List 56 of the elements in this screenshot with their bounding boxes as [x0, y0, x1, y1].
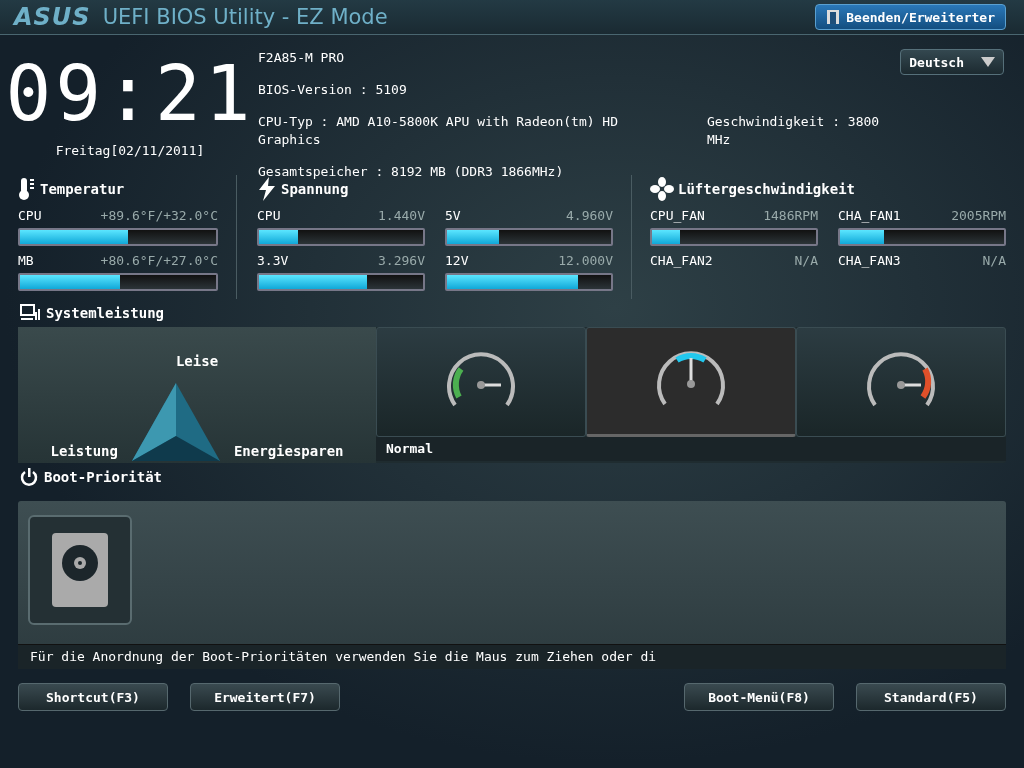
section-title: Systemleistung — [46, 305, 164, 321]
section-title: Spannung — [281, 181, 349, 197]
fan-label: CHA_FAN1 — [838, 207, 901, 225]
power-icon — [20, 468, 38, 486]
mode-name-bar: Normal — [376, 437, 1006, 461]
section-title: Lüftergeschwindigkeit — [678, 181, 855, 197]
cpu-type: CPU-Typ : AMD A10-5800K APU with Radeon(tm) HD Graphics — [258, 113, 620, 149]
lightning-icon — [257, 177, 277, 201]
fan-reading: N/A — [982, 252, 1006, 270]
fan-label: CHA_FAN2 — [650, 252, 713, 270]
model-name: F2A85-M PRO — [258, 49, 346, 67]
footer-button[interactable]: Standard(F5) — [856, 683, 1006, 711]
sensor-label: CPU — [18, 207, 42, 225]
section-title: Boot-Priorität — [44, 469, 162, 485]
triangle-label: Energiesparen — [233, 443, 344, 461]
cpu-speed: Geschwindigkeit : 3800 MHz — [706, 113, 881, 149]
clock-date: Freitag[02/11/2011] — [55, 143, 205, 158]
footer-button[interactable]: Erweitert(F7) — [190, 683, 340, 711]
sensor-label: CPU — [257, 207, 281, 225]
mode-tile[interactable] — [376, 327, 586, 437]
sensor-reading: 1.440V — [378, 207, 425, 225]
clock-time: 09:21 — [5, 49, 255, 139]
section-title: Temperatur — [40, 181, 125, 197]
logo: ASUS — [14, 3, 91, 31]
window-title: UEFI BIOS Utility - EZ Mode — [102, 5, 388, 29]
door-icon — [826, 9, 841, 25]
boot-hint: Für die Anordnung der Boot-Prioritäten verwenden Sie die Maus zum Ziehen oder di — [18, 645, 1006, 669]
pyramid-icon — [129, 381, 222, 463]
fan-label: CHA_FAN3 — [838, 252, 901, 270]
mode-tile[interactable] — [796, 327, 1006, 437]
footer-button[interactable]: Shortcut(F3) — [18, 683, 168, 711]
exit-button[interactable]: Beenden/Erweiterter — [815, 4, 1006, 30]
fan-icon — [650, 177, 674, 201]
bios-version: BIOS-Version : 5109 — [258, 81, 408, 99]
mode-tile[interactable] — [586, 327, 796, 437]
monitor-icon — [20, 304, 40, 322]
sensor-reading: 12.000V — [558, 252, 613, 270]
thermometer-icon — [18, 177, 36, 201]
fan-reading: 1486RPM — [763, 207, 818, 225]
triangle-label: Leistung — [50, 443, 118, 461]
sensor-reading: 3.296V — [378, 252, 425, 270]
sensor-reading: 4.960V — [566, 207, 613, 225]
total-memory: Gesamtspeicher : 8192 MB (DDR3 1866MHz) — [258, 163, 565, 181]
sensor-label: MB — [18, 252, 34, 270]
fan-reading: 2005RPM — [951, 207, 1006, 225]
language-dropdown[interactable]: Deutsch — [900, 49, 1004, 75]
sensor-label: 12V — [445, 252, 469, 270]
boot-device[interactable] — [28, 515, 132, 625]
sensor-label: 3.3V — [257, 252, 289, 270]
sensor-label: 5V — [445, 207, 461, 225]
fan-label: CPU_FAN — [650, 207, 705, 225]
sensor-reading: +89.6°F/+32.0°C — [100, 207, 218, 225]
footer-button[interactable]: Boot-Menü(F8) — [684, 683, 834, 711]
fan-reading: N/A — [794, 252, 818, 270]
sensor-reading: +80.6°F/+27.0°C — [100, 252, 218, 270]
triangle-label: Leise — [174, 352, 220, 371]
